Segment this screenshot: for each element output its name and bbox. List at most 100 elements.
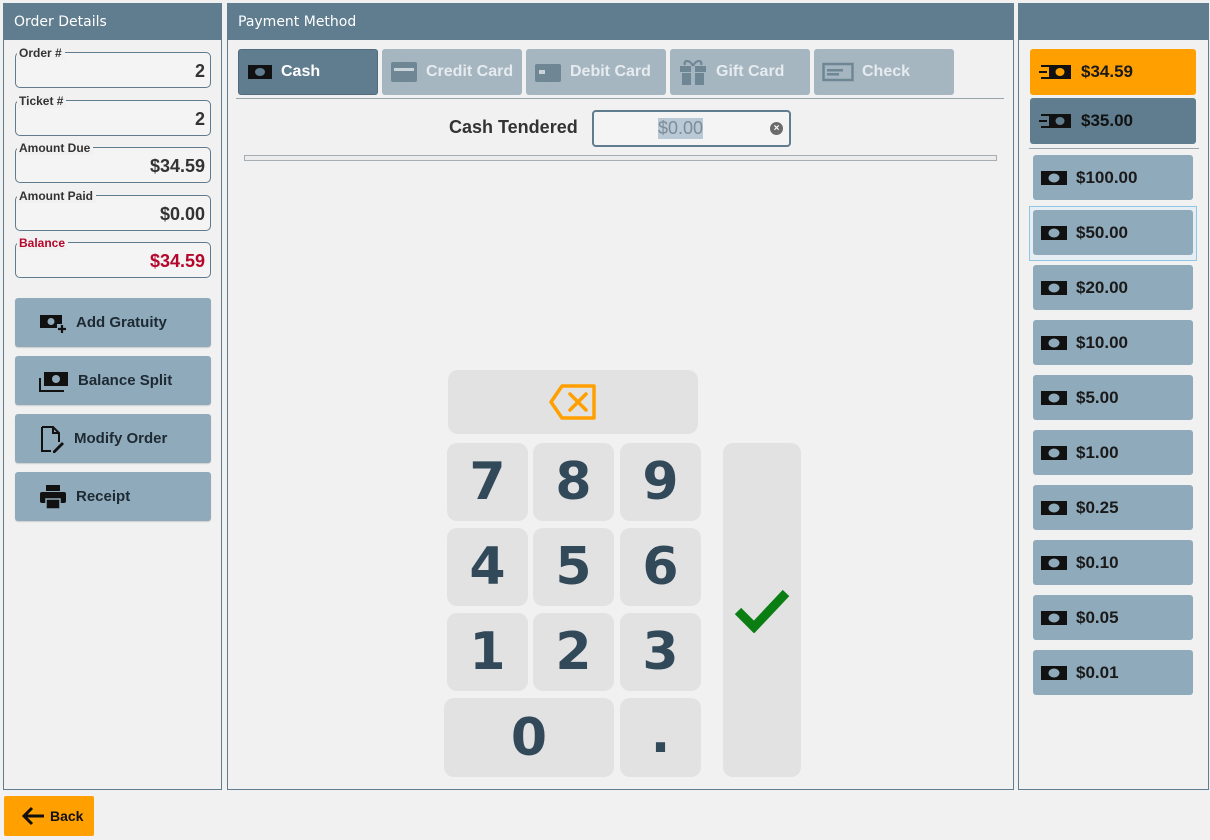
order-number-value: 2 [194, 61, 205, 81]
denomination-10-button[interactable]: $10.00 [1033, 320, 1193, 365]
order-details-header: Order Details [4, 4, 221, 40]
amount-due-value: $34.59 [149, 156, 205, 176]
exact-amount-label: $34.59 [1081, 62, 1133, 81]
order-details-panel: Order Details Order # 2 Ticket # 2 Amoun… [3, 3, 222, 790]
denomination-001-label: $0.01 [1076, 662, 1119, 682]
cash-icon [1041, 335, 1067, 350]
denomination-10-label: $10.00 [1076, 332, 1128, 352]
amount-paid-field: Amount Paid $0.00 [15, 189, 211, 231]
quick-cash-panel: $34.59 $35.00 $100.00 $50.00 $20.00 $10.… [1018, 3, 1209, 790]
key-2[interactable]: 2 [533, 613, 614, 691]
key-1[interactable]: 1 [447, 613, 528, 691]
denomination-20-button[interactable]: $20.00 [1033, 265, 1193, 310]
payment-method-header: Payment Method [228, 4, 1013, 40]
tab-credit-card-label: Credit Card [426, 63, 514, 80]
order-number-field: Order # 2 [15, 46, 211, 88]
arrow-left-icon [21, 806, 44, 826]
key-0[interactable]: 0 [444, 698, 614, 777]
tab-gift-card-label: Gift Card [716, 63, 785, 80]
backspace-icon [549, 384, 596, 420]
document-edit-icon [41, 425, 64, 453]
balance-split-label: Balance Split [78, 372, 173, 389]
cash-icon [1041, 555, 1067, 570]
fast-cash-icon [1039, 114, 1071, 128]
clear-input-icon[interactable]: × [770, 122, 783, 135]
tab-cash[interactable]: Cash [238, 49, 378, 95]
denomination-010-button[interactable]: $0.10 [1033, 540, 1193, 585]
cash-icon [1041, 280, 1067, 295]
denomination-50-label: $50.00 [1076, 222, 1128, 242]
denomination-100-label: $100.00 [1076, 167, 1138, 187]
quick-cash-divider [1029, 148, 1199, 149]
money-add-icon [40, 314, 67, 334]
money-stack-icon [39, 371, 68, 392]
modify-order-button[interactable]: Modify Order [15, 414, 211, 463]
order-number-label: Order # [17, 46, 65, 60]
denomination-1-label: $1.00 [1076, 442, 1119, 462]
key-8[interactable]: 8 [533, 443, 614, 521]
cash-icon [1041, 445, 1067, 460]
amount-paid-label: Amount Paid [17, 189, 96, 203]
add-gratuity-label: Add Gratuity [76, 314, 167, 331]
balance-label: Balance [17, 236, 69, 250]
denomination-1-button[interactable]: $1.00 [1033, 430, 1193, 475]
round-amount-label: $35.00 [1081, 111, 1133, 130]
denomination-50-button[interactable]: $50.00 [1033, 210, 1193, 255]
denomination-005-button[interactable]: $0.05 [1033, 595, 1193, 640]
cash-icon [248, 65, 272, 79]
gift-icon [680, 59, 706, 85]
key-3[interactable]: 3 [620, 613, 701, 691]
tab-debit-card-label: Debit Card [570, 63, 651, 80]
amount-due-field: Amount Due $34.59 [15, 141, 211, 183]
denomination-5-button[interactable]: $5.00 [1033, 375, 1193, 420]
key-decimal[interactable]: . [620, 698, 701, 777]
quick-cash-header [1019, 4, 1208, 40]
ticket-number-label: Ticket # [17, 94, 67, 108]
receipt-label: Receipt [76, 488, 131, 505]
receipt-button[interactable]: Receipt [15, 472, 211, 521]
round-amount-button[interactable]: $35.00 [1030, 98, 1196, 144]
tab-gift-card[interactable]: Gift Card [670, 49, 810, 95]
balance-field: Balance $34.59 [15, 236, 211, 278]
balance-value: $34.59 [149, 251, 205, 271]
cash-icon [1041, 170, 1067, 185]
denomination-5-label: $5.00 [1076, 387, 1119, 407]
cash-tendered-input[interactable]: $0.00 × [592, 110, 791, 147]
cash-icon [1041, 500, 1067, 515]
balance-split-button[interactable]: Balance Split [15, 356, 211, 405]
cash-tendered-label: Cash Tendered [449, 117, 578, 137]
tabs-divider [236, 98, 1004, 99]
printer-icon [40, 484, 66, 510]
backspace-key[interactable] [448, 370, 698, 434]
amount-progress-bar [244, 155, 997, 161]
fast-cash-icon [1039, 65, 1071, 79]
key-6[interactable]: 6 [620, 528, 701, 606]
denomination-025-label: $0.25 [1076, 497, 1119, 517]
denomination-100-button[interactable]: $100.00 [1033, 155, 1193, 200]
denomination-025-button[interactable]: $0.25 [1033, 485, 1193, 530]
ticket-number-value: 2 [194, 109, 205, 129]
key-7[interactable]: 7 [447, 443, 528, 521]
denomination-001-button[interactable]: $0.01 [1033, 650, 1193, 695]
credit-card-icon [391, 62, 417, 82]
key-4[interactable]: 4 [447, 528, 528, 606]
tab-debit-card[interactable]: Debit Card [526, 49, 666, 95]
cash-icon [1041, 665, 1067, 680]
add-gratuity-button[interactable]: Add Gratuity [15, 298, 211, 347]
cash-icon [1041, 390, 1067, 405]
amount-paid-value: $0.00 [159, 204, 205, 224]
amount-due-label: Amount Due [17, 141, 94, 155]
tab-credit-card[interactable]: Credit Card [382, 49, 522, 95]
key-5[interactable]: 5 [533, 528, 614, 606]
cash-icon [1041, 225, 1067, 240]
cash-icon [1041, 610, 1067, 625]
confirm-button[interactable] [723, 443, 801, 777]
denomination-010-label: $0.10 [1076, 552, 1119, 572]
tab-check[interactable]: Check [814, 49, 954, 95]
back-label: Back [50, 808, 84, 824]
key-9[interactable]: 9 [620, 443, 701, 521]
cash-tendered-value: $0.00 [658, 118, 704, 139]
back-button[interactable]: Back [4, 796, 94, 836]
exact-amount-button[interactable]: $34.59 [1030, 49, 1196, 95]
modify-order-label: Modify Order [74, 430, 168, 447]
